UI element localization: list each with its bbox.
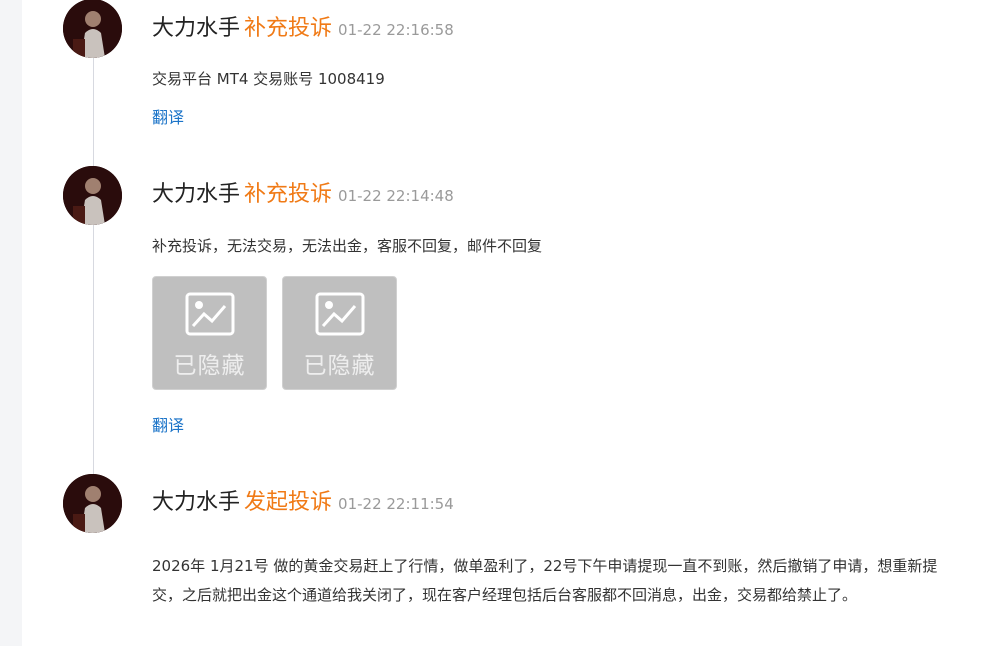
user-name[interactable]: 大力水手 [152, 10, 240, 42]
timestamp: 01-22 22:14:48 [338, 187, 454, 205]
action-type: 补充投诉 [244, 182, 333, 207]
avatar[interactable] [63, 474, 122, 533]
timestamp: 01-22 22:16:58 [338, 21, 454, 39]
hidden-image-label: 已隐藏 [303, 353, 376, 379]
hidden-image[interactable]: 已隐藏 [282, 276, 397, 390]
entry-header: 大力水手 补充投诉 01-22 22:14:48 [152, 176, 454, 216]
user-name[interactable]: 大力水手 [152, 176, 240, 208]
avatar[interactable] [63, 0, 122, 58]
hidden-image-label: 已隐藏 [173, 353, 246, 379]
hidden-image[interactable]: 已隐藏 [152, 276, 267, 390]
translate-link[interactable]: 翻译 [152, 412, 184, 436]
entry-text: 交易平台 MT4 交易账号 1008419 [152, 70, 385, 88]
image-placeholder-icon [185, 292, 234, 336]
action-type: 发起投诉 [244, 490, 333, 515]
translate-link[interactable]: 翻译 [152, 104, 184, 128]
timeline-line [93, 58, 94, 478]
avatar[interactable] [63, 166, 122, 225]
entry-text: 补充投诉，无法交易，无法出金，客服不回复，邮件不回复 [152, 237, 543, 255]
image-placeholder-icon [315, 292, 364, 336]
action-type: 补充投诉 [244, 16, 333, 41]
entry-header: 大力水手 发起投诉 01-22 22:11:54 [152, 484, 454, 524]
left-gutter [0, 0, 22, 646]
user-name[interactable]: 大力水手 [152, 484, 240, 516]
entry-header: 大力水手 补充投诉 01-22 22:16:58 [152, 10, 454, 50]
timestamp: 01-22 22:11:54 [338, 495, 454, 513]
entry-text: 2026年 1月21号 做的黄金交易赶上了行情，做单盈利了，22号下午申请提现一… [152, 557, 938, 604]
